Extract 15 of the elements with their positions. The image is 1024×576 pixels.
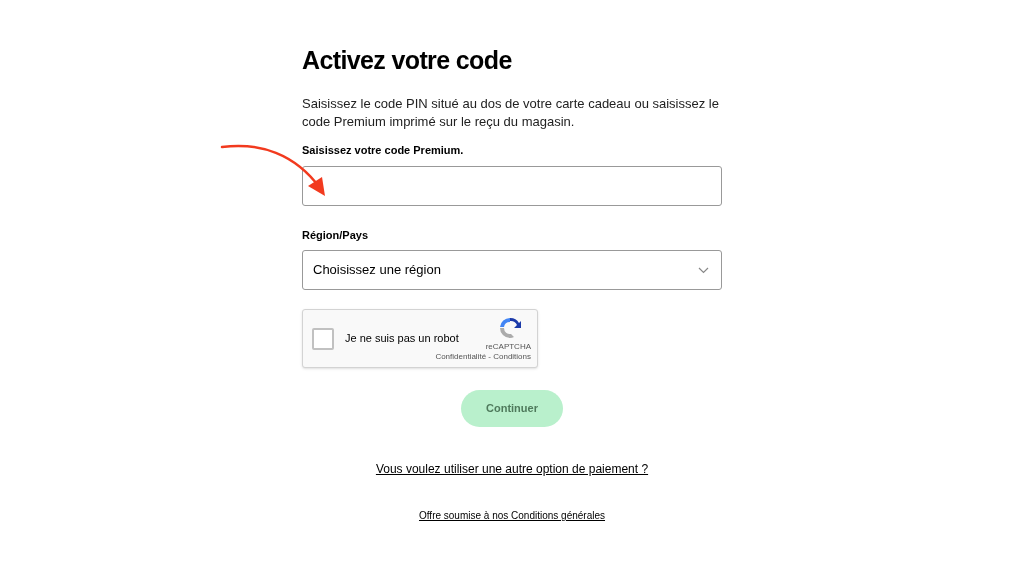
captcha-checkbox[interactable] <box>312 327 334 350</box>
region-dropdown[interactable]: Choisissez une région <box>302 250 722 290</box>
code-input-field[interactable] <box>302 166 722 206</box>
intro-text: Saisissez le code PIN situé au dos de votre carte cadeau ou saisissez le code Premium imprimé sur le reçu du magasin. <box>302 95 720 131</box>
recaptcha-logo-icon <box>497 316 523 340</box>
dropdown-value: Choisissez une région <box>313 261 441 280</box>
text-link[interactable]: Offre soumise à nos Conditions générales <box>419 508 605 523</box>
field-label: Saisissez votre code Premium. <box>302 143 465 157</box>
chevron-down-icon <box>698 266 709 274</box>
recaptcha-brand: reCAPTCHA <box>485 342 531 352</box>
page-title: Activez votre code <box>302 45 513 76</box>
captcha-label: Je ne suis pas un robot <box>345 331 459 347</box>
text-link[interactable]: Vous voulez utiliser une autre option de paiement ? <box>375 460 649 478</box>
captcha-links[interactable]: Confidentialité - Conditions <box>435 352 531 362</box>
field-label: Région/Pays <box>302 228 370 242</box>
